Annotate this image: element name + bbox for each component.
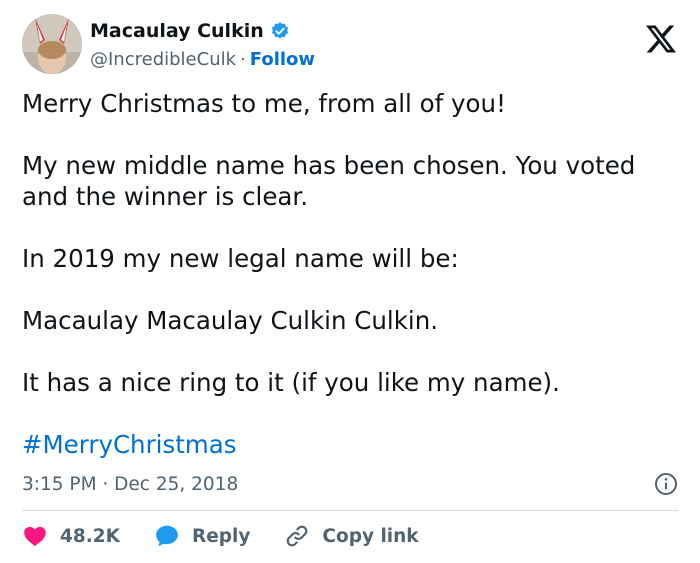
tweet-actions: 48.2K Reply Copy link	[22, 523, 453, 549]
author-handle-row: @IncredibleCulk · Follow	[90, 49, 315, 70]
avatar-image	[22, 14, 82, 74]
hashtag-link[interactable]: #MerryChristmas	[22, 430, 236, 459]
copy-link-label: Copy link	[322, 525, 419, 547]
author-handle[interactable]: @IncredibleCulk	[90, 49, 236, 70]
author-name-row: Macaulay Culkin	[90, 20, 290, 42]
x-logo-icon[interactable]	[646, 24, 676, 54]
info-icon[interactable]	[654, 472, 678, 496]
tweet-header: Macaulay Culkin @IncredibleCulk · Follow	[22, 14, 678, 80]
tweet-paragraph: In 2019 my new legal name will be:	[22, 244, 459, 273]
tweet-paragraph: Merry Christmas to me, from all of you!	[22, 89, 506, 118]
heart-icon	[24, 526, 46, 546]
copy-link-button[interactable]: Copy link	[284, 523, 419, 549]
tweet-timestamp[interactable]: 3:15 PM · Dec 25, 2018	[22, 474, 238, 495]
tweet-paragraph: My new middle name has been chosen. You …	[22, 151, 636, 211]
divider	[22, 510, 678, 511]
link-icon	[287, 525, 308, 547]
verified-badge-icon	[270, 21, 290, 41]
reply-button[interactable]: Reply	[154, 523, 250, 549]
handle-separator: ·	[240, 49, 246, 70]
avatar[interactable]	[22, 14, 82, 74]
like-button[interactable]: 48.2K	[22, 523, 120, 549]
author-display-name[interactable]: Macaulay Culkin	[90, 20, 264, 42]
tweet-body: Merry Christmas to me, from all of you! …	[22, 88, 682, 460]
reply-label: Reply	[191, 525, 251, 547]
follow-button[interactable]: Follow	[250, 49, 315, 70]
speech-bubble-icon	[156, 525, 178, 547]
like-count: 48.2K	[60, 525, 120, 547]
tweet-paragraph: It has a nice ring to it (if you like my…	[22, 368, 560, 397]
tweet-paragraph: Macaulay Macaulay Culkin Culkin.	[22, 306, 439, 335]
